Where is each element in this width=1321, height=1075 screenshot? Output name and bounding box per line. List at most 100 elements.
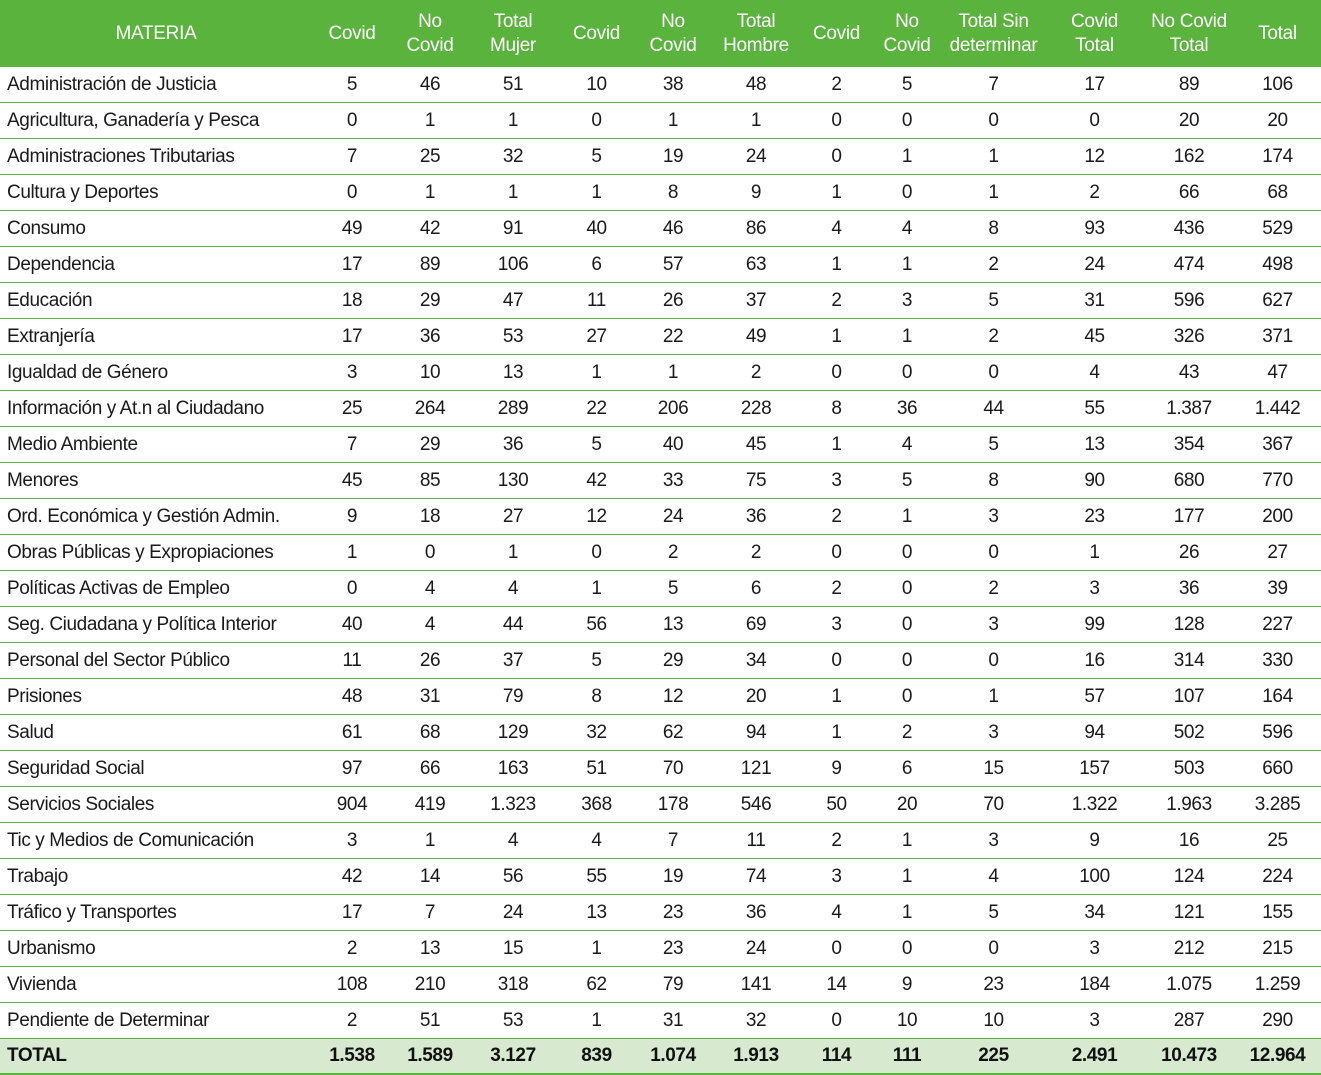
value-cell: 94 <box>1045 714 1144 751</box>
total-value-cell: 114 <box>801 1038 872 1075</box>
value-cell: 1 <box>872 858 942 895</box>
value-cell: 106 <box>468 246 558 283</box>
value-cell: 3 <box>942 498 1045 535</box>
total-value-cell: 225 <box>942 1038 1045 1075</box>
value-cell: 5 <box>312 67 392 103</box>
value-cell: 23 <box>942 966 1045 1003</box>
value-cell: 1 <box>312 534 392 571</box>
value-cell: 24 <box>468 894 558 931</box>
value-cell: 4 <box>801 894 872 931</box>
materia-cell: Ord. Económica y Gestión Admin. <box>0 498 312 535</box>
column-header: No Covid <box>635 0 711 67</box>
value-cell: 97 <box>312 750 392 787</box>
value-cell: 10 <box>392 354 468 391</box>
column-header: Covid <box>312 0 392 67</box>
value-cell: 130 <box>468 462 558 499</box>
value-cell: 48 <box>312 678 392 715</box>
column-header: Total <box>1234 0 1321 67</box>
value-cell: 3 <box>801 858 872 895</box>
value-cell: 2 <box>711 354 801 391</box>
value-cell: 3 <box>1045 570 1144 607</box>
value-cell: 0 <box>801 138 872 175</box>
materia-cell: Obras Públicas y Expropiaciones <box>0 534 312 571</box>
value-cell: 89 <box>392 246 468 283</box>
value-cell: 770 <box>1234 462 1321 499</box>
value-cell: 6 <box>558 246 635 283</box>
materia-cell: Tráfico y Transportes <box>0 894 312 931</box>
value-cell: 1 <box>872 894 942 931</box>
value-cell: 36 <box>1144 570 1234 607</box>
value-cell: 19 <box>635 138 711 175</box>
value-cell: 8 <box>635 174 711 211</box>
value-cell: 7 <box>635 822 711 859</box>
total-value-cell: 111 <box>872 1038 942 1075</box>
value-cell: 178 <box>635 786 711 823</box>
value-cell: 29 <box>392 282 468 319</box>
value-cell: 419 <box>392 786 468 823</box>
value-cell: 904 <box>312 786 392 823</box>
value-cell: 4 <box>468 822 558 859</box>
value-cell: 74 <box>711 858 801 895</box>
value-cell: 371 <box>1234 318 1321 355</box>
value-cell: 3 <box>942 714 1045 751</box>
value-cell: 1 <box>1045 534 1144 571</box>
value-cell: 155 <box>1234 894 1321 931</box>
value-cell: 7 <box>312 138 392 175</box>
column-header-line: Total <box>1169 34 1209 56</box>
column-header-line: No Covid <box>1151 10 1227 32</box>
value-cell: 210 <box>392 966 468 1003</box>
value-cell: 94 <box>711 714 801 751</box>
value-cell: 46 <box>635 210 711 247</box>
value-cell: 4 <box>942 858 1045 895</box>
value-cell: 367 <box>1234 426 1321 463</box>
value-cell: 314 <box>1144 642 1234 679</box>
value-cell: 1.075 <box>1144 966 1234 1003</box>
value-cell: 318 <box>468 966 558 1003</box>
value-cell: 18 <box>312 282 392 319</box>
value-cell: 0 <box>801 642 872 679</box>
value-cell: 8 <box>942 462 1045 499</box>
value-cell: 75 <box>711 462 801 499</box>
value-cell: 9 <box>1045 822 1144 859</box>
table-row: Consumo 49 42 91 40 46 86 4 4 8 93 436 529 <box>0 210 1321 247</box>
value-cell: 12 <box>558 498 635 535</box>
value-cell: 157 <box>1045 750 1144 787</box>
value-cell: 5 <box>558 426 635 463</box>
value-cell: 22 <box>635 318 711 355</box>
value-cell: 1 <box>872 318 942 355</box>
value-cell: 9 <box>312 498 392 535</box>
table-row: Tic y Medios de Comunicación 3 1 4 4 7 11 2 1 3 9 1… <box>0 822 1321 859</box>
value-cell: 20 <box>711 678 801 715</box>
total-value-cell: 2.491 <box>1045 1038 1144 1075</box>
table-row: Seguridad Social 97 66 163 51 70 121 9 6 15 157 503… <box>0 750 1321 787</box>
column-header-line: Covid <box>883 34 931 56</box>
value-cell: 23 <box>1045 498 1144 535</box>
materia-cell: Vivienda <box>0 966 312 1003</box>
value-cell: 215 <box>1234 930 1321 967</box>
materia-cell: Administración de Justicia <box>0 67 312 103</box>
value-cell: 330 <box>1234 642 1321 679</box>
value-cell: 287 <box>1144 1002 1234 1039</box>
value-cell: 5 <box>872 462 942 499</box>
value-cell: 108 <box>312 966 392 1003</box>
materia-cell: Servicios Sociales <box>0 786 312 823</box>
column-header-line: Covid <box>812 22 861 44</box>
total-value-cell: 1.589 <box>392 1038 468 1075</box>
value-cell: 49 <box>711 318 801 355</box>
value-cell: 40 <box>558 210 635 247</box>
value-cell: 31 <box>392 678 468 715</box>
materia-cell: Extranjería <box>0 318 312 355</box>
value-cell: 19 <box>635 858 711 895</box>
value-cell: 39 <box>1234 570 1321 607</box>
total-label: TOTAL <box>0 1038 312 1075</box>
value-cell: 1 <box>801 318 872 355</box>
table-footer: TOTAL 1.538 1.589 3.127 839 1.074 1.913 114 111 2… <box>0 1038 1321 1075</box>
value-cell: 124 <box>1144 858 1234 895</box>
value-cell: 0 <box>392 534 468 571</box>
value-cell: 14 <box>392 858 468 895</box>
value-cell: 5 <box>942 282 1045 319</box>
value-cell: 31 <box>1045 282 1144 319</box>
value-cell: 91 <box>468 210 558 247</box>
value-cell: 17 <box>312 894 392 931</box>
value-cell: 436 <box>1144 210 1234 247</box>
